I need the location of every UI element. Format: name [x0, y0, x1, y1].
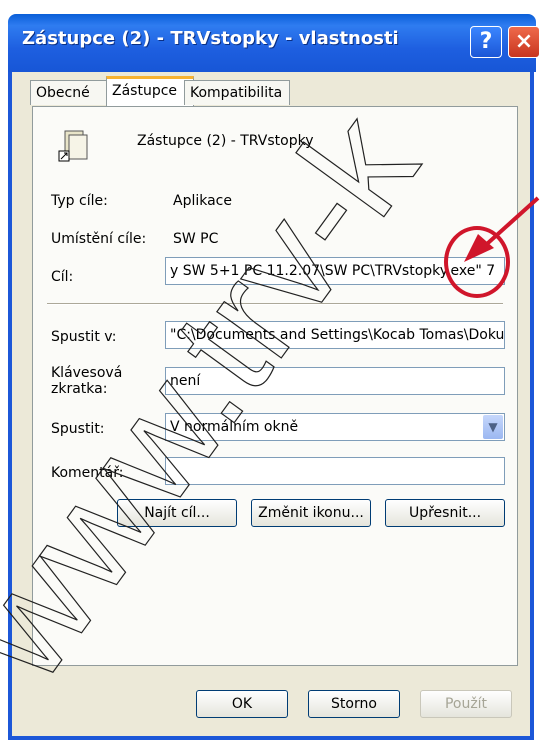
annotation-arrow-icon [464, 196, 540, 262]
target-type-value: Aplikace [173, 193, 232, 209]
target-label: Cíl: [51, 269, 74, 285]
tab-kompatibilita[interactable]: Kompatibilita [184, 80, 290, 105]
target-location-value: SW PC [173, 231, 219, 247]
shortcut-name: Zástupce (2) - TRVstopky [137, 133, 314, 149]
start-in-label: Spustit v: [51, 329, 117, 345]
change-icon-button[interactable]: Změnit ikonu... [251, 499, 371, 527]
tab-obecne[interactable]: Obecné [30, 80, 114, 105]
ok-button[interactable]: OK [196, 690, 288, 718]
target-location-label: Umístění cíle: [51, 231, 147, 247]
separator [47, 303, 503, 305]
tab-zastupce[interactable]: Zástupce [106, 76, 194, 108]
window-title: Zástupce (2) - TRVstopky - vlastnosti [22, 28, 399, 49]
help-button[interactable]: ? [470, 26, 502, 58]
start-in-input[interactable]: "C:\Documents and Settings\Kocab Tomas\D… [165, 321, 505, 349]
shortcut-icon [58, 130, 88, 162]
cancel-button[interactable]: Storno [308, 690, 400, 718]
run-label: Spustit: [51, 421, 105, 437]
apply-button: Použít [420, 690, 512, 718]
comment-input[interactable] [165, 457, 505, 485]
advanced-button[interactable]: Upřesnit... [385, 499, 505, 527]
dialog-client: Obecné Zástupce Kompatibilita Zástupce (… [8, 72, 534, 740]
hotkey-label: Klávesová zkratka: [51, 365, 123, 397]
run-select-value: V normálním okně [170, 419, 299, 435]
run-select[interactable]: V normálním okně ▼ [165, 413, 505, 441]
close-button[interactable]: × [508, 26, 540, 58]
chevron-down-icon[interactable]: ▼ [483, 415, 503, 439]
tab-panel: Zástupce (2) - TRVstopky Typ cíle: Aplik… [32, 106, 518, 666]
find-target-button[interactable]: Najít cíl... [117, 499, 237, 527]
comment-label: Komentář: [51, 465, 124, 481]
title-bar[interactable]: Zástupce (2) - TRVstopky - vlastnosti ? … [8, 14, 540, 72]
target-type-label: Typ cíle: [51, 193, 108, 209]
hotkey-input[interactable]: není [165, 367, 505, 395]
properties-window: Zástupce (2) - TRVstopky - vlastnosti ? … [0, 0, 540, 744]
